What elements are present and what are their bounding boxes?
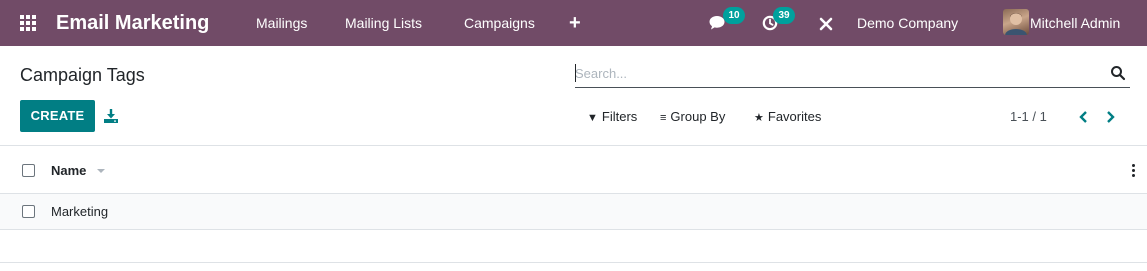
search-bar [575,60,1130,88]
chevron-right-icon[interactable] [1103,108,1117,126]
favorites-label: Favorites [767,109,822,124]
bars-icon: ≡ [660,112,667,124]
optional-columns-icon[interactable] [1132,163,1136,179]
list-header: Name [0,147,1147,194]
pager-value[interactable]: 1-1 / 1 [1010,109,1047,125]
column-header-name[interactable]: Name [51,163,86,179]
create-button[interactable]: CREATE [20,100,95,132]
messages-count-badge: 10 [723,7,745,24]
activities-button[interactable]: 39 [762,7,802,34]
control-panel: Campaign Tags CREATE ▼Filters ≡Group By … [0,46,1147,146]
menu-item-mailings[interactable]: Mailings [256,15,307,31]
top-navbar: Email Marketing Mailings Mailing Lists C… [0,0,1147,46]
messages-button[interactable]: 10 [709,7,749,34]
row-name-cell: Marketing [51,204,109,219]
search-input[interactable] [575,62,1095,84]
funnel-icon: ▼ [587,112,598,124]
user-avatar[interactable] [1003,9,1029,35]
star-icon: ★ [754,112,764,124]
app-name[interactable]: Email Marketing [56,10,209,36]
filters-label: Filters [601,109,638,124]
empty-row [0,230,1147,263]
company-switcher[interactable]: Demo Company [857,15,958,31]
sort-caret-icon [97,169,105,173]
download-icon[interactable] [103,108,119,124]
tools-icon [819,17,833,31]
favorites-dropdown[interactable]: ★ Favorites [754,109,821,126]
menu-item-mailing-lists[interactable]: Mailing Lists [345,15,422,31]
debug-tools-button[interactable] [818,12,834,34]
chevron-left-icon[interactable] [1077,108,1091,126]
group-by-label: Group By [670,109,726,124]
group-by-dropdown[interactable]: ≡ Group By [660,109,725,126]
text-cursor [575,64,576,82]
filters-dropdown[interactable]: ▼ Filters [587,109,637,126]
select-all-checkbox[interactable] [22,164,35,177]
activities-count-badge: 39 [773,7,795,24]
menu-item-campaigns[interactable]: Campaigns [464,15,535,31]
avatar-image [1005,13,1027,35]
table-row[interactable]: Marketing [0,194,1147,230]
search-icon[interactable] [1110,65,1126,81]
user-menu[interactable]: Mitchell Admin [1030,15,1120,31]
row-checkbox[interactable] [22,205,35,218]
apps-menu-icon[interactable] [20,15,36,31]
page-title: Campaign Tags [20,65,145,85]
quick-create-button[interactable]: + [569,13,581,33]
